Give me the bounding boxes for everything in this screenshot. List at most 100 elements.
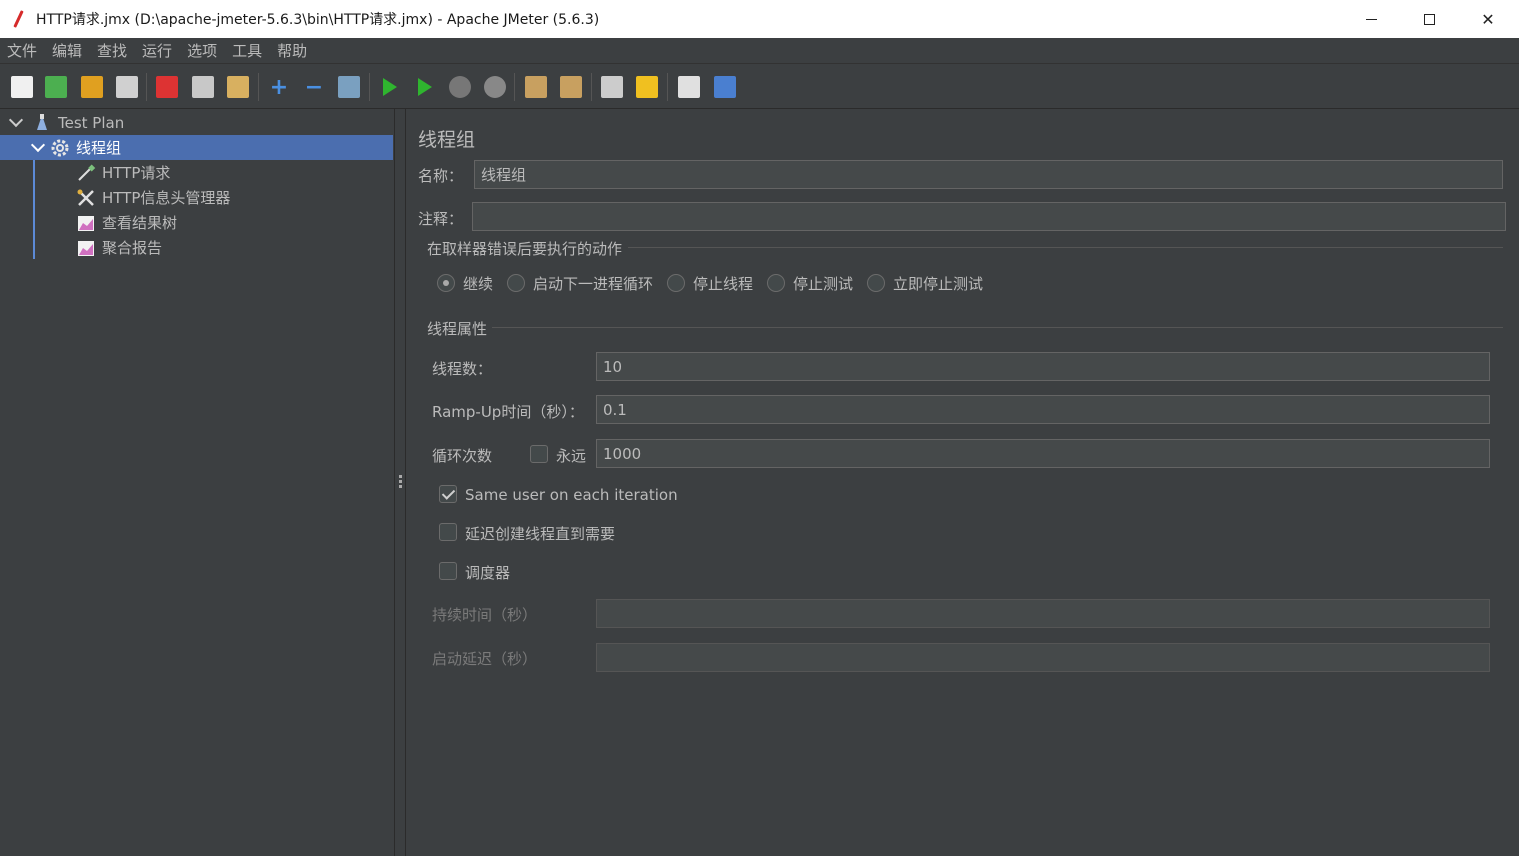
function-helper-button[interactable] — [675, 73, 703, 101]
test-plan-tree: Test Plan 线程组 HTTP请求 HTTP信息头管理器 查看结果树 聚合… — [0, 109, 394, 856]
tree-item-label: 线程组 — [76, 139, 122, 157]
group-border — [628, 247, 1503, 248]
start-no-pause-icon — [418, 78, 432, 96]
continue-label: 继续 — [463, 275, 494, 293]
jmeter-feather-icon — [12, 10, 26, 28]
name-label: 名称： — [418, 167, 464, 185]
startup-delay-input[interactable] — [596, 643, 1490, 672]
paste-icon — [227, 76, 249, 98]
expand-all-button[interactable]: + — [265, 73, 293, 101]
help-icon — [714, 76, 736, 98]
error-action-group-title: 在取样器错误后要执行的动作 — [427, 240, 623, 258]
thread-group-panel: 线程组 名称： 注释： 在取样器错误后要执行的动作 继续 启动下一进程循环 停止… — [406, 109, 1519, 856]
search-button[interactable] — [598, 73, 626, 101]
reset-search-button[interactable] — [633, 73, 661, 101]
toolbar-separator — [369, 73, 370, 101]
duration-label: 持续时间（秒） — [432, 606, 538, 624]
close-button[interactable]: ✕ — [1459, 0, 1517, 38]
same-user-checkbox[interactable] — [439, 485, 457, 503]
paste-button[interactable] — [224, 73, 252, 101]
rampup-input[interactable] — [596, 395, 1490, 424]
loop-count-input[interactable] — [596, 439, 1490, 468]
new-icon — [11, 76, 33, 98]
tree-item-view-results-tree[interactable]: 查看结果树 — [76, 210, 177, 235]
close-icon: ✕ — [1481, 9, 1495, 29]
stop-icon — [449, 76, 471, 98]
clear-all-icon — [560, 76, 582, 98]
menu-help[interactable]: 帮助 — [270, 40, 315, 61]
tree-item-label: 查看结果树 — [102, 214, 178, 232]
tree-toggle[interactable] — [26, 137, 50, 153]
clear-all-button[interactable] — [557, 73, 585, 101]
help-button[interactable] — [711, 73, 739, 101]
start-button[interactable] — [376, 73, 404, 101]
tree-item-test-plan[interactable]: Test Plan — [0, 110, 394, 135]
comment-input[interactable] — [472, 202, 1506, 231]
gear-icon — [50, 138, 70, 158]
toggle-icon — [338, 76, 360, 98]
cut-icon — [156, 76, 178, 98]
shutdown-button[interactable] — [481, 73, 509, 101]
stop-test-radio[interactable] — [767, 274, 785, 292]
toolbar-separator — [258, 73, 259, 101]
delay-create-checkbox[interactable] — [439, 523, 457, 541]
shutdown-icon — [484, 76, 506, 98]
startup-delay-label: 启动延迟（秒） — [432, 650, 538, 668]
maximize-icon — [1423, 13, 1435, 25]
menu-file[interactable]: 文件 — [0, 40, 45, 61]
duration-input[interactable] — [596, 599, 1490, 628]
window-title: HTTP请求.jmx (D:\apache-jmeter-5.6.3\bin\H… — [36, 12, 600, 28]
tree-guide-line — [33, 147, 35, 259]
function-helper-icon — [678, 76, 700, 98]
start-next-loop-radio[interactable] — [507, 274, 525, 292]
menu-run[interactable]: 运行 — [135, 40, 180, 61]
menu-options[interactable]: 选项 — [180, 40, 225, 61]
comment-label: 注释： — [418, 210, 464, 228]
toggle-button[interactable] — [335, 73, 363, 101]
collapse-icon: − — [304, 74, 324, 100]
threads-label: 线程数： — [432, 360, 493, 378]
tree-item-label: HTTP请求 — [102, 164, 171, 182]
threads-input[interactable] — [596, 352, 1490, 381]
minimize-icon — [1365, 18, 1377, 20]
cut-button[interactable] — [153, 73, 181, 101]
reset-search-icon — [636, 76, 658, 98]
open-button[interactable] — [78, 73, 106, 101]
maximize-button[interactable] — [1400, 0, 1458, 38]
menu-edit[interactable]: 编辑 — [45, 40, 90, 61]
collapse-all-button[interactable]: − — [300, 73, 328, 101]
start-icon — [383, 78, 397, 96]
forever-checkbox[interactable] — [530, 445, 548, 463]
copy-button[interactable] — [189, 73, 217, 101]
stop-thread-radio[interactable] — [667, 274, 685, 292]
tree-toggle[interactable] — [0, 112, 32, 128]
save-icon — [116, 76, 138, 98]
tree-item-http-request[interactable]: HTTP请求 — [76, 160, 170, 185]
test-plan-icon — [32, 113, 52, 133]
copy-icon — [192, 76, 214, 98]
chevron-down-icon — [30, 137, 46, 153]
clear-button[interactable] — [522, 73, 550, 101]
new-button[interactable] — [8, 73, 36, 101]
menu-search[interactable]: 查找 — [90, 40, 135, 61]
continue-radio[interactable] — [437, 274, 455, 292]
save-button[interactable] — [113, 73, 141, 101]
stop-test-now-label: 立即停止测试 — [893, 275, 984, 293]
scheduler-checkbox[interactable] — [439, 562, 457, 580]
tree-item-http-header-manager[interactable]: HTTP信息头管理器 — [76, 185, 230, 210]
templates-button[interactable] — [42, 73, 70, 101]
start-no-pause-button[interactable] — [411, 73, 439, 101]
split-pane-divider[interactable] — [394, 109, 406, 856]
stop-test-now-radio[interactable] — [867, 274, 885, 292]
scheduler-label: 调度器 — [465, 564, 511, 582]
name-input[interactable] — [474, 160, 1503, 189]
minimize-button[interactable] — [1342, 0, 1400, 38]
chart-icon — [76, 213, 96, 233]
menu-tools[interactable]: 工具 — [225, 40, 270, 61]
tree-item-aggregate-report[interactable]: 聚合报告 — [76, 235, 162, 260]
stop-button[interactable] — [446, 73, 474, 101]
group-border — [492, 327, 1503, 328]
open-icon — [81, 76, 103, 98]
tree-item-label: Test Plan — [58, 113, 125, 132]
tree-item-thread-group[interactable]: 线程组 — [0, 135, 393, 160]
